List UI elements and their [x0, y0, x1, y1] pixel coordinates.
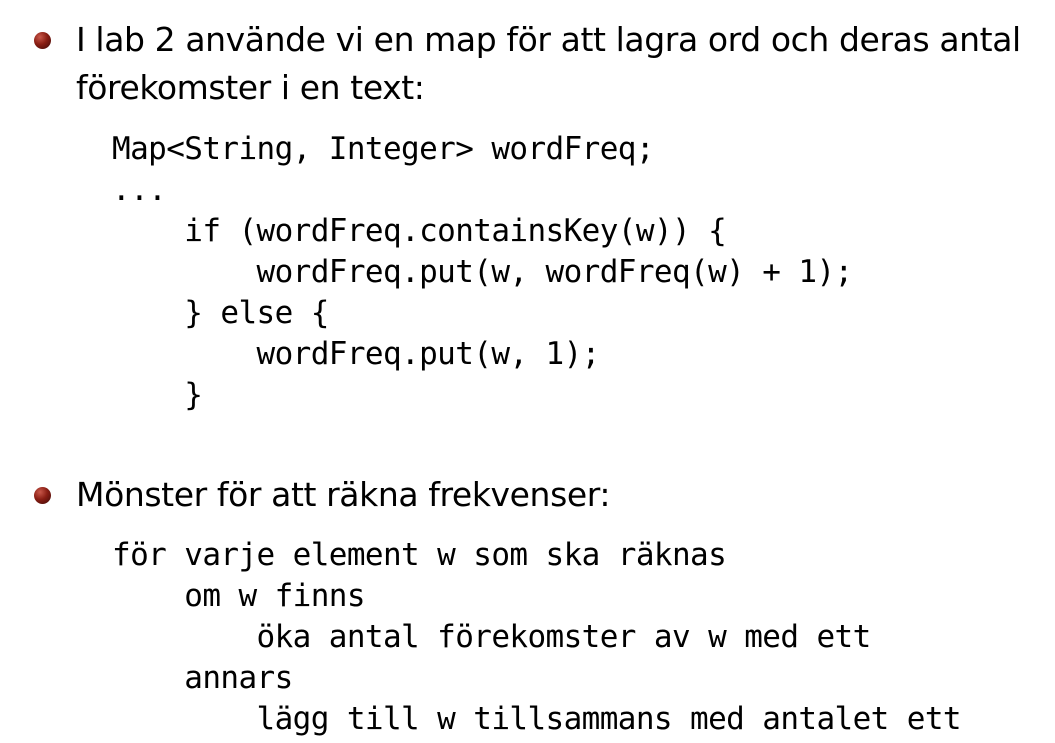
code-line: lägg till w tillsammans med antalet ett [112, 701, 962, 737]
code-line: } [112, 377, 203, 413]
code-line: if (wordFreq.containsKey(w)) { [112, 213, 727, 249]
code-line: Map<String, Integer> wordFreq; [112, 131, 655, 167]
code-line: } else { [112, 295, 329, 331]
slide: I lab 2 använde vi en map för att lagra … [0, 0, 1055, 743]
code-line: öka antal förekomster av w med ett [112, 619, 872, 655]
bullet-icon [34, 32, 51, 49]
bullet-text-line-1: Mönster för att räkna frekvenser: [76, 475, 611, 514]
code-line: ... [112, 172, 167, 208]
code-line: för varje element w som ska räknas [112, 537, 727, 573]
code-line: annars [112, 660, 293, 696]
code-line: om w finns [112, 578, 365, 614]
bullet-text-line-1: I lab 2 använde vi en map för att lagra … [76, 20, 1021, 59]
code-line: wordFreq.put(w, wordFreq(w) + 1); [112, 254, 854, 290]
bullet-icon [34, 487, 51, 504]
bullet-text-line-2: förekomster i en text: [76, 68, 425, 107]
code-line: wordFreq.put(w, 1); [112, 336, 601, 372]
